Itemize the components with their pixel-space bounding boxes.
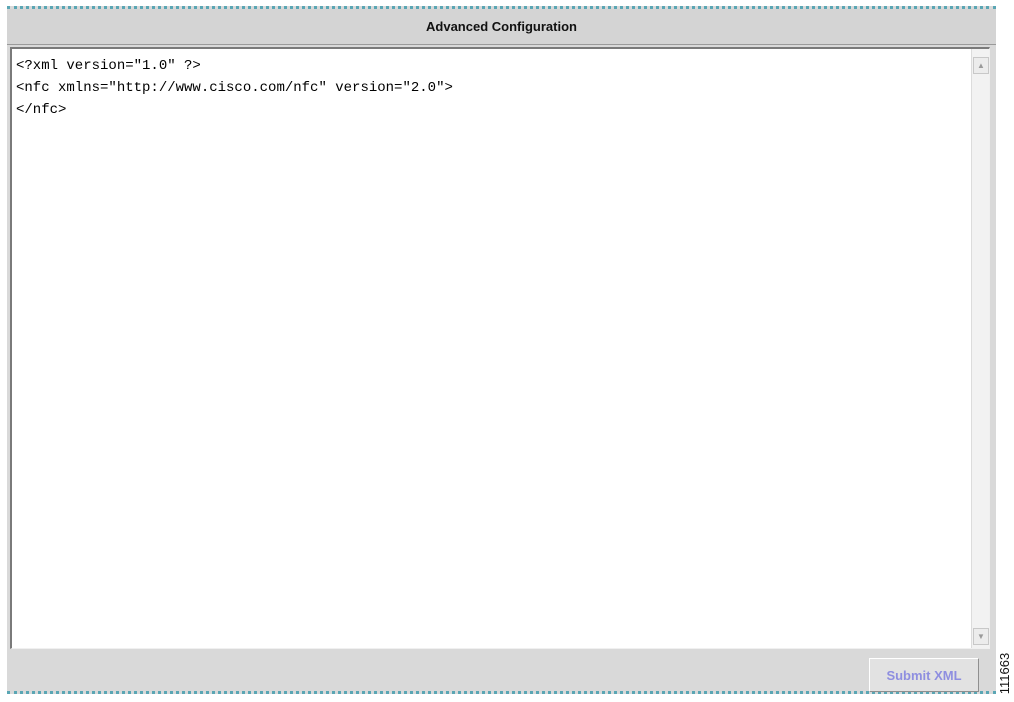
figure-id: 111663 <box>996 650 1014 696</box>
xml-editor-content[interactable]: <?xml version="1.0" ?> <nfc xmlns="http:… <box>16 55 966 121</box>
xml-editor[interactable]: <?xml version="1.0" ?> <nfc xmlns="http:… <box>10 47 990 649</box>
figure-id-label: 111663 <box>997 652 1013 694</box>
title-bar: Advanced Configuration <box>7 9 996 45</box>
vertical-scrollbar[interactable]: ▲ ▼ <box>971 49 989 648</box>
panel-title: Advanced Configuration <box>426 19 577 34</box>
submit-xml-button[interactable]: Submit XML <box>869 658 979 692</box>
advanced-config-panel: Advanced Configuration <?xml version="1.… <box>7 6 996 694</box>
scroll-up-arrow-icon[interactable]: ▲ <box>973 57 989 74</box>
footer-bar: Submit XML <box>7 651 996 692</box>
scroll-down-arrow-icon[interactable]: ▼ <box>973 628 989 645</box>
